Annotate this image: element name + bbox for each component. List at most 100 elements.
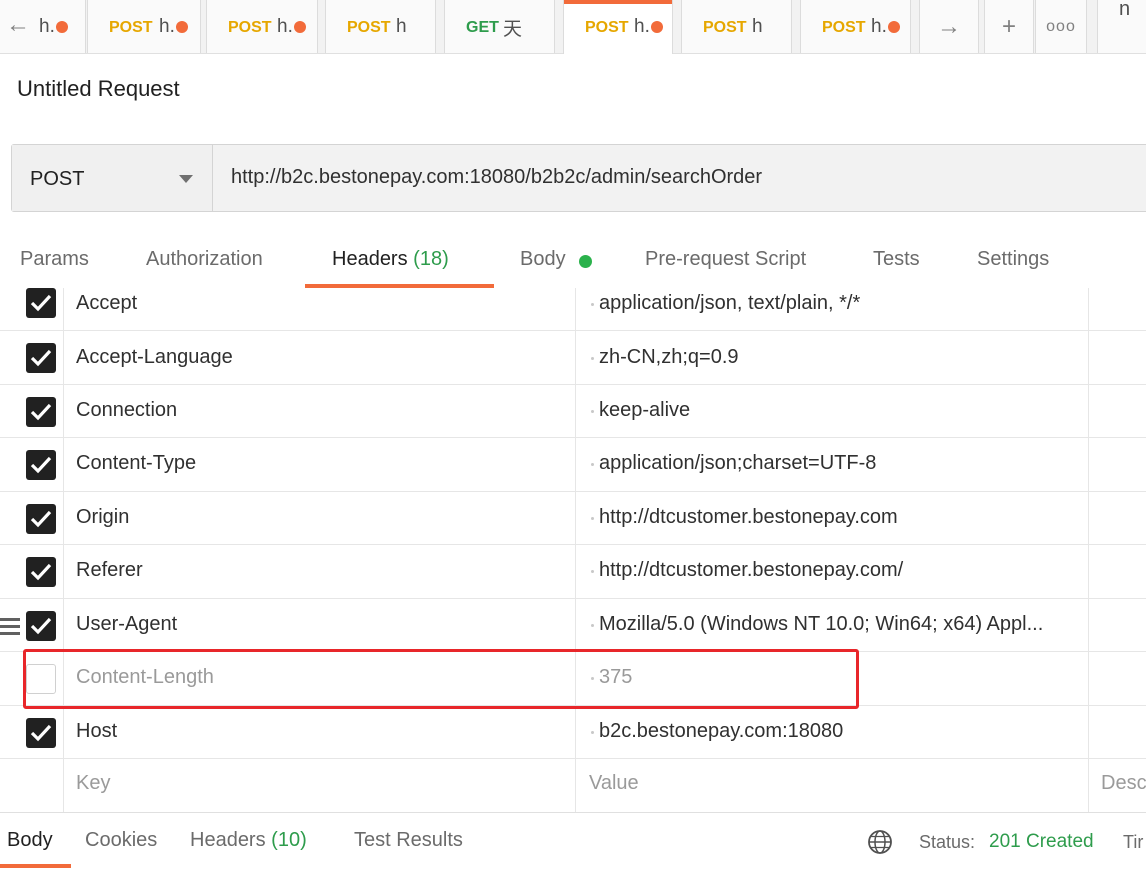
header-desc-cell[interactable] [1089, 652, 1146, 705]
tab-headers-count: (18) [413, 248, 449, 270]
tab-method: GET [466, 19, 499, 36]
unsaved-dot-icon [651, 21, 663, 33]
header-desc-cell[interactable] [1089, 438, 1146, 491]
tab-method: POST [822, 19, 866, 36]
request-tab-strip: ← h. POST h. POST h. POST h GET 天 POST h… [0, 0, 1146, 54]
header-key-cell[interactable]: Accept [64, 288, 576, 330]
header-enabled-checkbox[interactable] [26, 718, 56, 748]
cell-marker [591, 303, 594, 306]
response-tab-test-results[interactable]: Test Results [354, 829, 463, 852]
response-tab-body[interactable]: Body [7, 829, 53, 852]
header-value-cell[interactable]: Mozilla/5.0 (Windows NT 10.0; Win64; x64… [576, 599, 1089, 651]
response-tab-headers[interactable]: Headers (10) [190, 829, 307, 852]
header-desc-cell[interactable] [1089, 288, 1146, 330]
request-tab[interactable]: POST h [325, 0, 436, 53]
tab-scroll-left[interactable]: ← h. [0, 0, 86, 53]
header-value-cell[interactable]: http://dtcustomer.bestonepay.com [576, 492, 1089, 544]
header-value-cell[interactable]: keep-alive [576, 385, 1089, 437]
new-tab-button[interactable]: + [984, 0, 1034, 53]
header-key: Accept-Language [76, 346, 233, 368]
header-value-cell[interactable]: http://dtcustomer.bestonepay.com/ [576, 545, 1089, 598]
tab-params[interactable]: Params [20, 248, 89, 271]
table-row: Host b2c.bestonepay.com:18080 [0, 706, 1146, 759]
header-key-cell[interactable]: Connection [64, 385, 576, 437]
tab-scroll-right-button[interactable]: → [919, 0, 979, 53]
check-icon [30, 456, 52, 474]
header-enabled-checkbox[interactable] [26, 288, 56, 318]
environment-selector[interactable]: n [1097, 0, 1146, 53]
unsaved-dot-icon [56, 21, 68, 33]
request-tab[interactable]: POST h. [800, 0, 911, 53]
status-value[interactable]: 201 Created [989, 831, 1094, 853]
header-key-cell[interactable]: Origin [64, 492, 576, 544]
header-key-cell[interactable]: Referer [64, 545, 576, 598]
header-value: Mozilla/5.0 (Windows NT 10.0; Win64; x64… [599, 613, 1044, 635]
url-input[interactable]: http://b2c.bestonepay.com:18080/b2b2c/ad… [231, 166, 762, 189]
tab-name: h. [277, 16, 293, 37]
header-enabled-checkbox[interactable] [26, 504, 56, 534]
tab-authorization[interactable]: Authorization [146, 248, 263, 271]
header-enabled-checkbox[interactable] [26, 343, 56, 373]
tab-options-button[interactable]: ooo [1035, 0, 1087, 53]
header-value: application/json, text/plain, */* [599, 292, 861, 314]
request-tab[interactable]: POST h. [206, 0, 318, 53]
header-value: http://dtcustomer.bestonepay.com/ [599, 559, 904, 581]
header-enabled-checkbox[interactable] [26, 557, 56, 587]
header-enabled-checkbox[interactable] [26, 397, 56, 427]
header-desc-cell[interactable] [1089, 599, 1146, 651]
url-bar: POST http://b2c.bestonepay.com:18080/b2b… [11, 144, 1146, 212]
header-value-cell[interactable]: application/json, text/plain, */* [576, 288, 1089, 330]
table-row-new: Key Value Desc [0, 759, 1146, 812]
header-key-cell[interactable]: Host [64, 706, 576, 758]
response-headers-label: Headers [190, 829, 266, 851]
check-icon [30, 563, 52, 581]
header-desc-cell[interactable] [1089, 385, 1146, 437]
header-value-cell[interactable]: application/json;charset=UTF-8 [576, 438, 1089, 491]
check-icon [30, 349, 52, 367]
header-enabled-checkbox[interactable] [26, 611, 56, 641]
header-key: Accept [76, 292, 138, 314]
check-icon [30, 294, 52, 312]
tab-body[interactable]: Body [520, 248, 566, 271]
checkbox-cell [0, 288, 64, 330]
tab-settings[interactable]: Settings [977, 248, 1049, 271]
new-value-input[interactable]: Value [576, 759, 1089, 812]
tab-name: h. [871, 16, 887, 37]
request-tab[interactable]: POST h. [87, 0, 201, 53]
header-value-cell[interactable]: zh-CN,zh;q=0.9 [576, 331, 1089, 384]
checkbox-cell [0, 331, 64, 384]
caret-down-icon [179, 175, 193, 183]
tab-pre-request-script[interactable]: Pre-request Script [645, 248, 806, 271]
check-icon [30, 510, 52, 528]
body-indicator-dot-icon [579, 255, 592, 268]
new-key-input[interactable]: Key [64, 759, 576, 812]
new-description-input[interactable]: Desc [1089, 759, 1146, 812]
header-value: application/json;charset=UTF-8 [599, 452, 877, 474]
method-dropdown[interactable]: POST [12, 145, 213, 211]
request-title[interactable]: Untitled Request [17, 76, 180, 102]
response-tab-cookies[interactable]: Cookies [85, 829, 157, 852]
header-key-cell[interactable]: User-Agent [64, 599, 576, 651]
request-tab[interactable]: GET 天 [444, 0, 555, 53]
globe-icon[interactable] [867, 829, 893, 855]
drag-handle-icon[interactable] [0, 618, 20, 639]
arrow-left-icon[interactable]: ← [6, 13, 30, 37]
request-tab-active[interactable]: POST h. [563, 0, 673, 54]
header-desc-cell[interactable] [1089, 706, 1146, 758]
table-row: Referer http://dtcustomer.bestonepay.com… [0, 545, 1146, 599]
header-key-cell[interactable]: Accept-Language [64, 331, 576, 384]
tab-tests[interactable]: Tests [873, 248, 920, 271]
unsaved-dot-icon [294, 21, 306, 33]
header-value-cell[interactable]: b2c.bestonepay.com:18080 [576, 706, 1089, 758]
header-desc-cell[interactable] [1089, 331, 1146, 384]
header-desc-cell[interactable] [1089, 545, 1146, 598]
header-desc-cell[interactable] [1089, 492, 1146, 544]
tab-headers[interactable]: Headers (18) [332, 248, 449, 271]
header-enabled-checkbox[interactable] [26, 450, 56, 480]
request-tab[interactable]: POST h [681, 0, 792, 53]
check-icon [30, 617, 52, 635]
header-key-cell[interactable]: Content-Type [64, 438, 576, 491]
cell-marker [591, 624, 594, 627]
cell-marker [591, 517, 594, 520]
table-row: Accept application/json, text/plain, */* [0, 288, 1146, 331]
